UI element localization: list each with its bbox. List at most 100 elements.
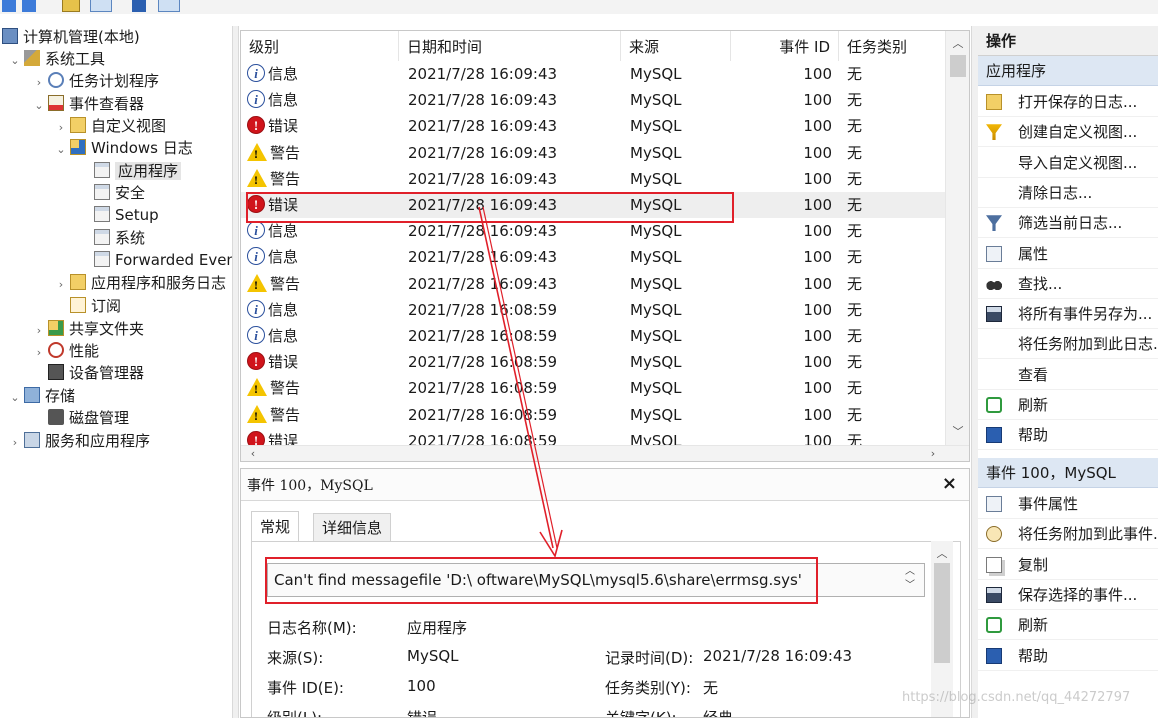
tree-item[interactable]: 设备管理器 (32, 362, 144, 384)
tree-item[interactable]: ⌄ 事件查看器 (32, 93, 144, 115)
detail-scroll-up-icon[interactable]: ︿ (930, 545, 954, 561)
tree-item-label: 磁盘管理 (69, 409, 130, 427)
tree-item[interactable]: ⌄ Windows 日志 (54, 137, 193, 159)
datetime-cell: 2021/7/28 16:08:59 (408, 327, 558, 345)
back-arrow-icon[interactable] (2, 0, 16, 12)
expand-chevron-icon[interactable]: › (32, 72, 46, 94)
table-row[interactable]: i 信息 2021/7/28 16:09:43 MySQL 100 无 (241, 61, 945, 87)
table-row[interactable]: 警告 2021/7/28 16:08:59 MySQL 100 无 (241, 402, 945, 428)
tree-item[interactable]: Setup (78, 204, 159, 226)
event-id-cell: 100 (803, 379, 832, 398)
action-item[interactable]: 清除日志... (978, 178, 1158, 208)
table-row[interactable]: i 信息 2021/7/28 16:09:43 MySQL 100 无 (241, 87, 945, 113)
action-item[interactable]: 将所有事件另存为... (978, 299, 1158, 330)
action-item[interactable]: 导入自定义视图... (978, 148, 1158, 178)
message-scroll-arrows[interactable]: ︿ ﹀ (901, 565, 919, 595)
column-datetime[interactable]: 日期和时间 (399, 31, 621, 61)
expand-chevron-icon[interactable]: › (32, 320, 46, 342)
expand-chevron-icon[interactable]: › (8, 432, 22, 454)
column-level[interactable]: 级别 (241, 31, 399, 61)
up-folder-icon[interactable] (62, 0, 80, 12)
scroll-thumb[interactable] (950, 55, 966, 77)
tab-details[interactable]: 详细信息 (313, 513, 392, 541)
show-hide-tree-icon[interactable] (90, 0, 112, 12)
event-message-textbox[interactable]: Can't find messagefile 'D:\ oftware\MySQ… (267, 563, 925, 597)
tree-item[interactable]: › 任务计划程序 (32, 70, 159, 92)
tree-item-label: 任务计划程序 (69, 72, 160, 90)
column-event-id[interactable]: 事件 ID (731, 31, 839, 61)
table-row[interactable]: i 信息 2021/7/28 16:09:43 MySQL 100 无 (241, 218, 945, 244)
tree-item[interactable]: › 共享文件夹 (32, 318, 144, 340)
table-row[interactable]: 警告 2021/7/28 16:09:43 MySQL 100 无 (241, 166, 945, 192)
tree-item[interactable]: ⌄ 系统工具 (8, 48, 105, 70)
table-row[interactable]: 警告 2021/7/28 16:09:43 MySQL 100 无 (241, 140, 945, 166)
table-row[interactable]: ! 错误 2021/7/28 16:09:43 MySQL 100 无 (241, 192, 945, 219)
action-item[interactable]: 刷新 (978, 390, 1158, 420)
close-icon[interactable]: × (942, 473, 957, 494)
table-row[interactable]: 警告 2021/7/28 16:08:59 MySQL 100 无 (241, 375, 945, 401)
tree-item[interactable]: 计算机管理(本地) (2, 26, 140, 48)
event-id-cell: 100 (803, 169, 832, 188)
actions-section-event[interactable]: 事件 100，MySQL (978, 458, 1158, 488)
expand-chevron-icon[interactable]: › (32, 342, 46, 364)
source-cell: MySQL (630, 169, 682, 188)
tree-item[interactable]: 应用程序 (78, 160, 182, 182)
action-item[interactable]: 帮助 (978, 420, 1158, 451)
action-label: 事件属性 (1018, 495, 1079, 513)
table-row[interactable]: ! 错误 2021/7/28 16:08:59 MySQL 100 无 (241, 349, 945, 375)
table-row[interactable]: ! 错误 2021/7/28 16:09:43 MySQL 100 无 (241, 113, 945, 139)
action-item[interactable]: 将任务附加到此事件... (978, 519, 1158, 550)
action-item[interactable]: 复制 (978, 550, 1158, 580)
tree-item[interactable]: Forwarded Even (78, 249, 232, 271)
collapse-chevron-icon[interactable]: ⌄ (8, 387, 22, 409)
detail-scroll-thumb[interactable] (934, 563, 950, 663)
table-row[interactable]: i 信息 2021/7/28 16:08:59 MySQL 100 无 (241, 297, 945, 323)
tree-item[interactable]: 订阅 (54, 295, 121, 317)
action-item[interactable]: 保存选择的事件... (978, 580, 1158, 610)
action-item[interactable]: 刷新 (978, 610, 1158, 641)
scroll-left-icon[interactable]: ‹ (241, 447, 265, 460)
scroll-right-icon[interactable]: › (921, 447, 945, 460)
expand-chevron-icon[interactable]: › (54, 117, 68, 139)
scroll-down-icon[interactable]: ﹀ (946, 423, 969, 439)
warning-icon (247, 378, 267, 398)
column-source[interactable]: 来源 (621, 31, 731, 61)
tree-item[interactable]: 系统 (78, 227, 145, 249)
table-row[interactable]: i 信息 2021/7/28 16:08:59 MySQL 100 无 (241, 323, 945, 349)
collapse-chevron-icon[interactable]: ⌄ (32, 95, 46, 117)
action-label: 复制 (1018, 555, 1049, 574)
show-hide-action-icon[interactable] (158, 0, 180, 12)
list-horizontal-scrollbar[interactable]: ‹ › (241, 445, 969, 461)
tree-item[interactable]: › 性能 (32, 340, 99, 362)
tree-item[interactable]: › 自定义视图 (54, 115, 166, 137)
action-item[interactable]: 打开保存的日志... (978, 87, 1158, 117)
column-task-category[interactable]: 任务类别 (839, 31, 945, 61)
action-item[interactable]: 创建自定义视图... (978, 117, 1158, 148)
tab-general[interactable]: 常规 (251, 511, 300, 541)
action-item[interactable]: 属性 (978, 239, 1158, 269)
pane-splitter[interactable] (232, 26, 239, 718)
actions-section-application[interactable]: 应用程序 (978, 56, 1158, 86)
scroll-up-icon[interactable]: ︿ (946, 35, 969, 51)
pane-splitter-right[interactable] (971, 26, 978, 718)
list-vertical-scrollbar[interactable]: ︿ ﹀ (945, 31, 969, 447)
tree-item[interactable]: › 服务和应用程序 (8, 430, 150, 452)
tree-item[interactable]: › 应用程序和服务日志 (54, 272, 226, 294)
tree-item[interactable]: 磁盘管理 (32, 407, 129, 429)
expand-chevron-icon[interactable]: › (54, 274, 68, 296)
tree-item[interactable]: 安全 (78, 182, 145, 204)
action-item[interactable]: 将任务附加到此日志... (978, 329, 1158, 360)
tree-item[interactable]: ⌄ 存储 (8, 385, 75, 407)
collapse-chevron-icon[interactable]: ⌄ (8, 50, 22, 72)
action-item[interactable]: 事件属性 (978, 489, 1158, 519)
action-item[interactable]: 帮助 (978, 641, 1158, 671)
event-id-cell: 100 (803, 222, 832, 241)
action-item[interactable]: 查找... (978, 269, 1158, 299)
forward-arrow-icon[interactable] (22, 0, 36, 12)
action-item[interactable]: 筛选当前日志... (978, 208, 1158, 239)
table-row[interactable]: i 信息 2021/7/28 16:09:43 MySQL 100 无 (241, 244, 945, 270)
help-toolbar-icon[interactable] (132, 0, 146, 12)
table-row[interactable]: 警告 2021/7/28 16:09:43 MySQL 100 无 (241, 271, 945, 297)
collapse-chevron-icon[interactable]: ⌄ (54, 139, 68, 161)
action-item[interactable]: 查看 (978, 360, 1158, 390)
